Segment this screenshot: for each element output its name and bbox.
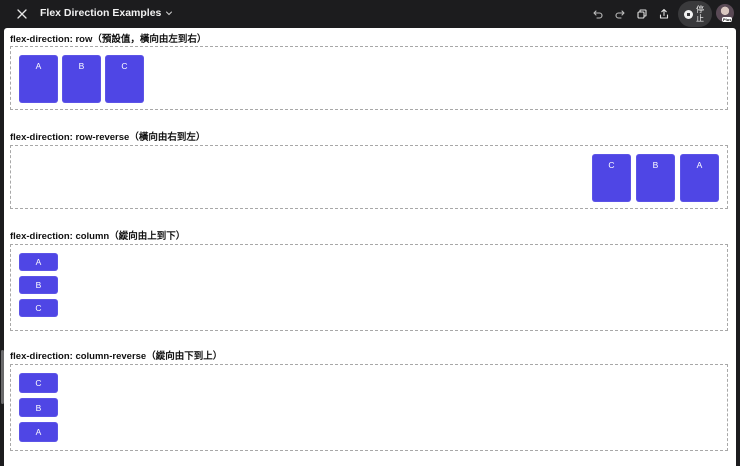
undo-button[interactable] bbox=[590, 6, 606, 22]
flex-container-column: A B C bbox=[10, 244, 728, 331]
avatar[interactable]: Plus bbox=[716, 4, 734, 22]
share-button[interactable] bbox=[656, 6, 672, 22]
close-button[interactable] bbox=[14, 6, 30, 22]
redo-icon bbox=[615, 10, 625, 19]
plan-badge: Plus bbox=[722, 17, 733, 22]
flex-item-a: A bbox=[19, 422, 58, 443]
document-title-dropdown[interactable]: Flex Direction Examples bbox=[40, 7, 173, 19]
flex-item-c: C bbox=[105, 55, 144, 103]
flex-container-row-reverse: A B C bbox=[10, 145, 728, 209]
flex-item-c: C bbox=[19, 299, 58, 317]
flex-container-column-reverse: A B C bbox=[10, 364, 728, 451]
scrollbar[interactable] bbox=[736, 28, 740, 466]
preview-canvas: flex-direction: row（預設值，橫向由左到右） A B C fl… bbox=[4, 28, 736, 466]
stop-icon bbox=[684, 9, 693, 19]
flex-item-a: A bbox=[19, 253, 58, 271]
section-title-row: flex-direction: row（預設值，橫向由左到右） bbox=[10, 34, 207, 45]
copy-icon bbox=[637, 9, 647, 19]
section-title-column: flex-direction: column（縱向由上到下） bbox=[10, 231, 186, 242]
close-icon bbox=[17, 9, 27, 19]
stop-label: 停止 bbox=[696, 5, 704, 23]
copy-button[interactable] bbox=[634, 6, 650, 22]
flex-item-b: B bbox=[19, 397, 58, 418]
flex-item-a: A bbox=[680, 154, 719, 202]
chevron-down-icon bbox=[166, 11, 173, 16]
section-title-row-reverse: flex-direction: row-reverse（橫向由右到左） bbox=[10, 132, 206, 143]
stop-button[interactable]: 停止 bbox=[678, 1, 712, 27]
flex-item-b: B bbox=[62, 55, 101, 103]
flex-item-b: B bbox=[19, 276, 58, 294]
flex-item-c: C bbox=[592, 154, 631, 202]
flex-container-row: A B C bbox=[10, 46, 728, 110]
flex-item-b: B bbox=[636, 154, 675, 202]
redo-button[interactable] bbox=[612, 6, 628, 22]
document-title: Flex Direction Examples bbox=[40, 7, 162, 19]
section-title-column-reverse: flex-direction: column-reverse（縱向由下到上） bbox=[10, 351, 223, 362]
share-icon bbox=[659, 8, 669, 19]
flex-item-c: C bbox=[19, 373, 58, 393]
title-bar: Flex Direction Examples 停止 Plus bbox=[0, 0, 740, 28]
undo-icon bbox=[593, 10, 603, 19]
flex-item-a: A bbox=[19, 55, 58, 103]
